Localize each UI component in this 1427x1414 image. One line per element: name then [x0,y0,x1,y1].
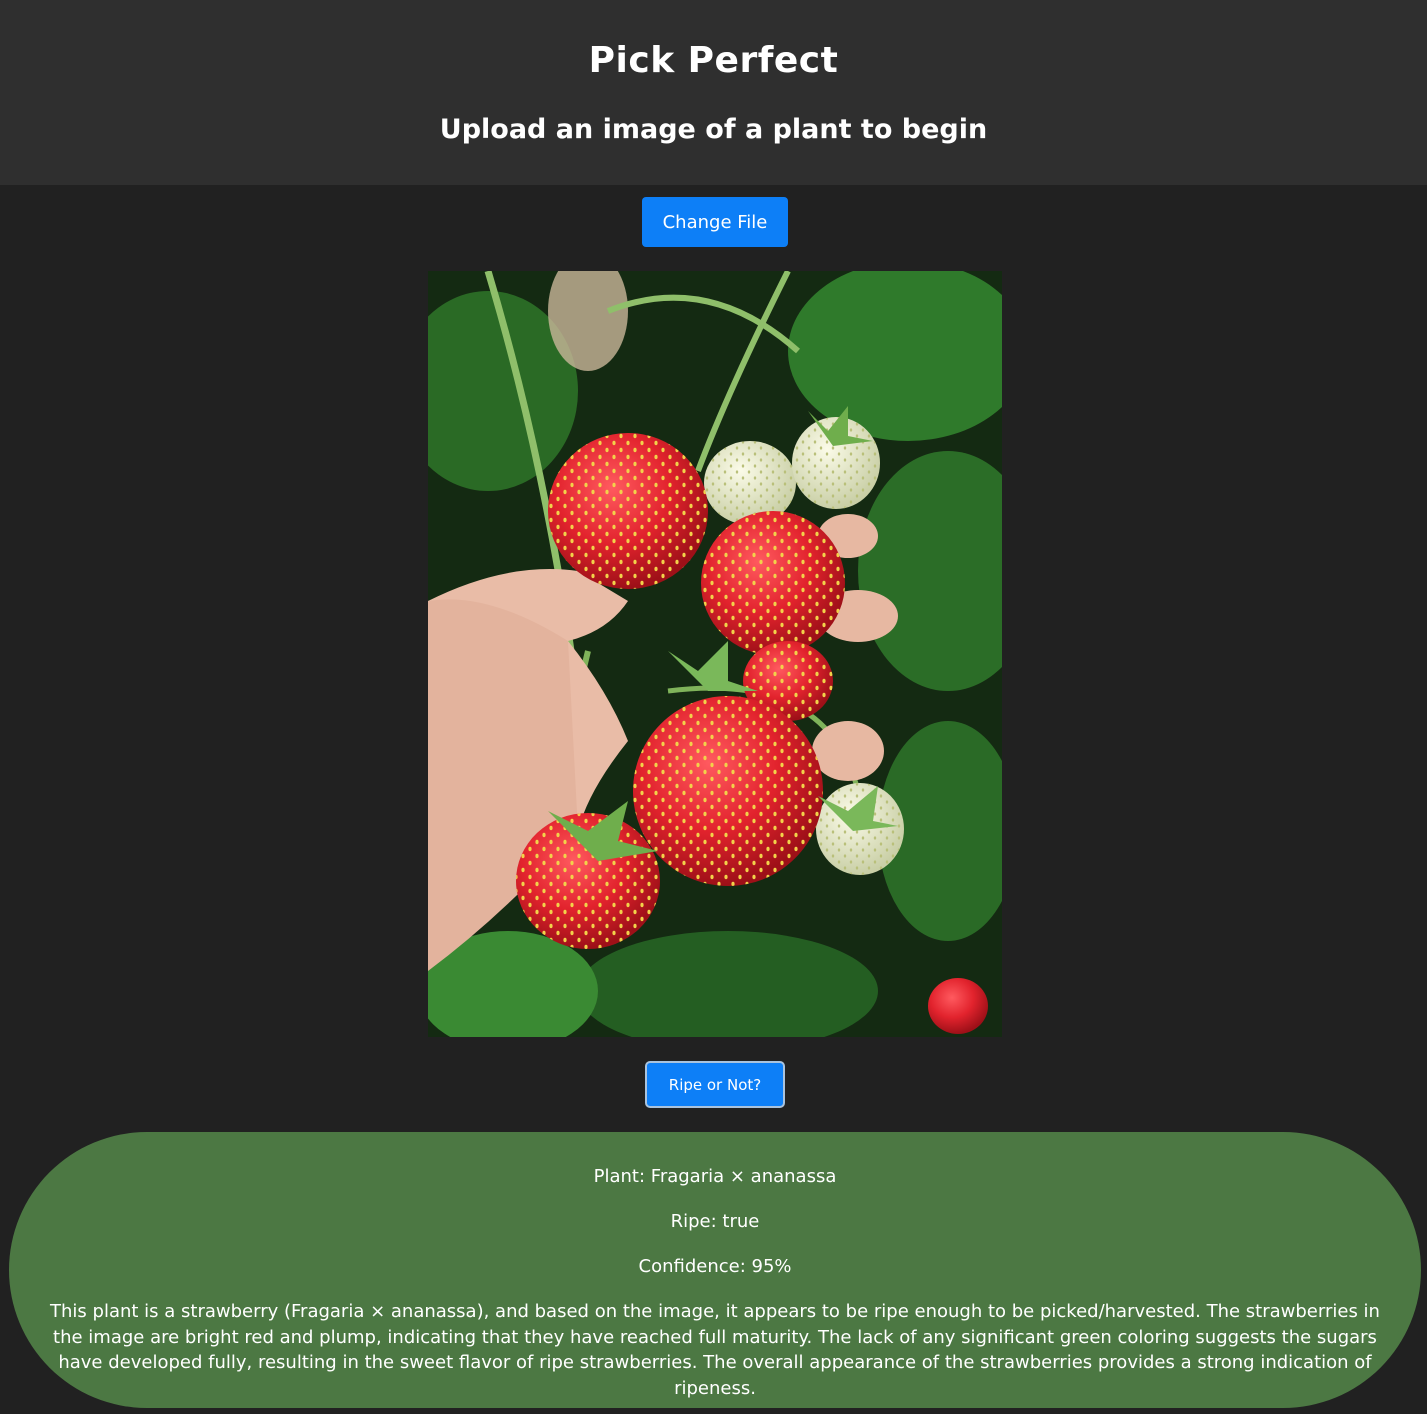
result-ripe: Ripe: true [670,1211,760,1232]
result-description: This plant is a strawberry (Fragaria × a… [50,1301,1380,1399]
uploaded-plant-image [428,271,1002,1037]
ripe-or-not-button[interactable]: Ripe or Not? [645,1061,785,1108]
app-header: Pick Perfect Upload an image of a plant … [0,0,1427,185]
result-confidence: Confidence: 95% [638,1256,792,1277]
app-title: Pick Perfect [588,40,839,81]
change-file-button[interactable]: Change File [642,197,788,247]
result-plant: Plant: Fragaria × ananassa [593,1166,837,1187]
result-panel: Plant: Fragaria × ananassa Ripe: true Co… [9,1132,1421,1408]
main-content: Change File Ripe or Not? Plant: Fragaria… [0,185,1427,1414]
app-subtitle: Upload an image of a plant to begin [439,114,988,145]
strawberry-photo [428,271,1002,1037]
